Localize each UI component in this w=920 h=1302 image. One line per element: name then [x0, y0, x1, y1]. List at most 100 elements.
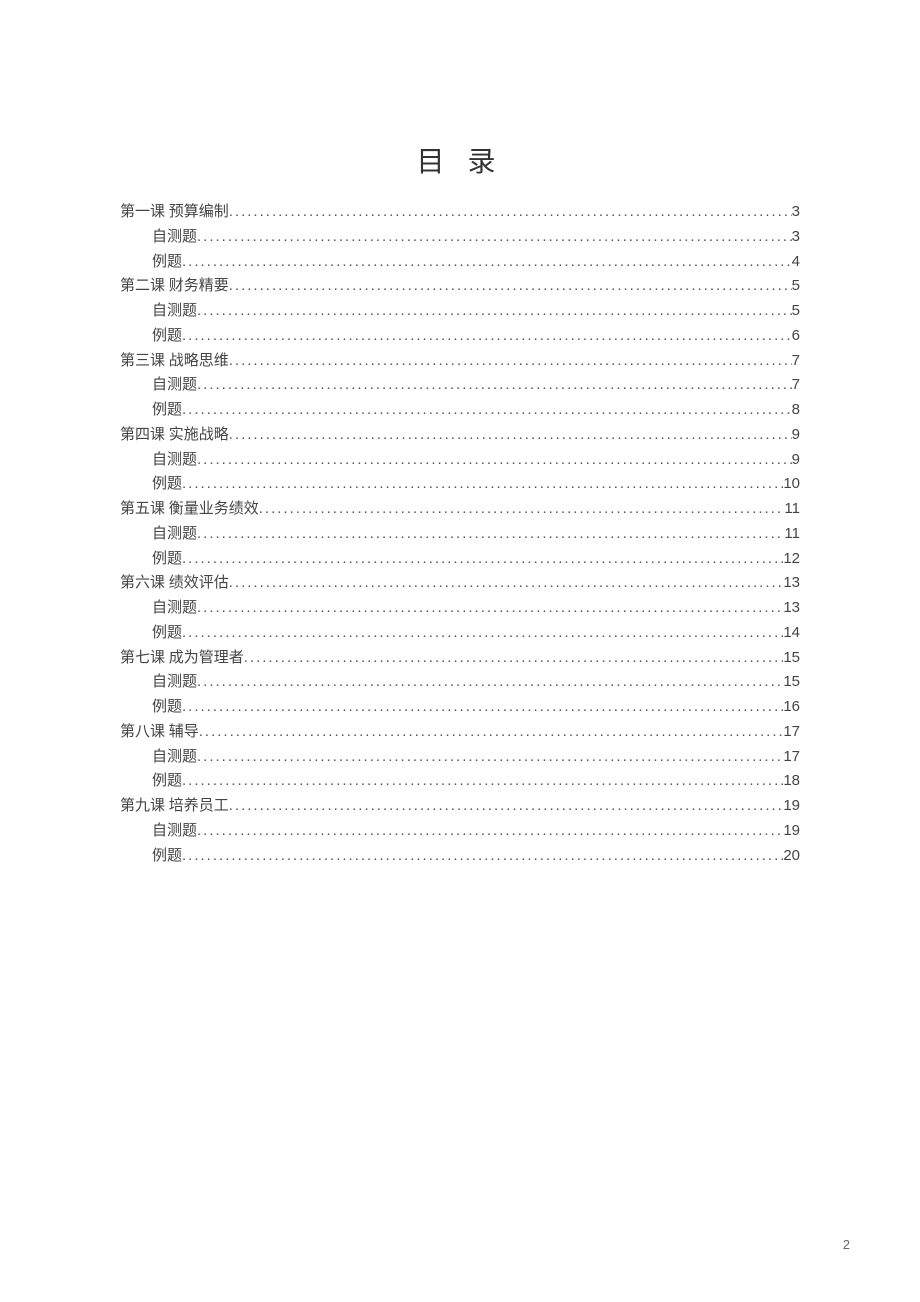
toc-dots — [199, 720, 784, 745]
toc-entry-page: 11 — [784, 497, 800, 522]
toc-entry-label: 例题 — [120, 250, 182, 275]
toc-dots — [182, 250, 792, 275]
toc-entry: 自测题 15 — [120, 670, 800, 695]
toc-entry-label: 第六课 绩效评估 — [120, 571, 229, 596]
toc-dots — [229, 349, 792, 374]
toc-dots — [244, 646, 784, 671]
toc-entry-page: 13 — [783, 596, 800, 621]
toc-entry-label: 自测题 — [120, 373, 197, 398]
toc-dots — [197, 745, 783, 770]
toc-dots — [182, 621, 783, 646]
toc-entry-page: 14 — [783, 621, 800, 646]
toc-entry-label: 自测题 — [120, 225, 197, 250]
toc-entry-page: 17 — [783, 720, 800, 745]
toc-entry: 例题10 — [120, 472, 800, 497]
toc-entry-label: 例题 — [120, 695, 182, 720]
toc-entry-label: 例题 — [120, 844, 182, 869]
toc-dots — [229, 794, 784, 819]
toc-entry-label: 例题 — [120, 769, 182, 794]
toc-entry-page: 9 — [792, 448, 800, 473]
toc-entry: 第二课 财务精要5 — [120, 274, 800, 299]
toc-entry-page: 11 — [784, 522, 800, 547]
toc-entry-label: 第七课 成为管理者 — [120, 646, 244, 671]
toc-entry-label: 自测题 — [120, 448, 197, 473]
toc-entry: 自测题 7 — [120, 373, 800, 398]
toc-entry-page: 19 — [783, 794, 800, 819]
toc-entry-page: 6 — [792, 324, 800, 349]
toc-entry: 自测题 19 — [120, 819, 800, 844]
toc-entry: 第六课 绩效评估 13 — [120, 571, 800, 596]
toc-entry-label: 第五课 衡量业务绩效 — [120, 497, 259, 522]
toc-entry-page: 3 — [792, 225, 800, 250]
toc-dots — [182, 769, 783, 794]
toc-entry-label: 例题 — [120, 398, 182, 423]
toc-entry: 第四课 实施战略9 — [120, 423, 800, 448]
toc-entry-label: 第四课 实施战略 — [120, 423, 229, 448]
toc-entry-page: 4 — [792, 250, 800, 275]
toc-entry: 自测题 3 — [120, 225, 800, 250]
toc-entry-page: 7 — [792, 373, 800, 398]
toc-entry: 第一课 预算编制 3 — [120, 200, 800, 225]
toc-title: 目 录 — [120, 140, 800, 180]
toc-entry-label: 第一课 预算编制 — [120, 200, 229, 225]
toc-entry-label: 自测题 — [120, 819, 197, 844]
toc-entry-label: 自测题 — [120, 522, 197, 547]
toc-entry: 例题 20 — [120, 844, 800, 869]
toc-entry-page: 5 — [792, 299, 800, 324]
toc-entry-page: 19 — [783, 819, 800, 844]
toc-entry: 第七课 成为管理者15 — [120, 646, 800, 671]
toc-entry-label: 例题 — [120, 324, 182, 349]
toc-entry-page: 20 — [783, 844, 800, 869]
toc-entry: 例题 14 — [120, 621, 800, 646]
toc-dots — [182, 472, 783, 497]
document-page: 目 录 第一课 预算编制3自测题3例题4第二课 财务精要5自测题5例题6第三课 … — [0, 0, 920, 928]
toc-entry: 第九课 培养员工19 — [120, 794, 800, 819]
toc-entry-page: 7 — [792, 349, 800, 374]
toc-dots — [197, 299, 792, 324]
toc-entry-label: 例题 — [120, 472, 182, 497]
toc-dots — [197, 373, 792, 398]
toc-entry: 第八课 辅导 17 — [120, 720, 800, 745]
toc-entry-page: 8 — [792, 398, 800, 423]
toc-dots — [197, 596, 783, 621]
toc-entry: 自测题 11 — [120, 522, 800, 547]
toc-entry: 第三课 战略思维 7 — [120, 349, 800, 374]
toc-entry-label: 自测题 — [120, 596, 197, 621]
toc-entry-page: 16 — [783, 695, 800, 720]
toc-dots — [182, 324, 792, 349]
toc-entry-label: 例题 — [120, 547, 182, 572]
toc-list: 第一课 预算编制3自测题3例题4第二课 财务精要5自测题5例题6第三课 战略思维… — [120, 200, 800, 868]
toc-entry: 自测题 9 — [120, 448, 800, 473]
toc-entry: 自测题 5 — [120, 299, 800, 324]
toc-dots — [197, 819, 783, 844]
toc-entry-page: 5 — [792, 274, 800, 299]
toc-entry-label: 第三课 战略思维 — [120, 349, 229, 374]
toc-dots — [229, 200, 792, 225]
toc-entry: 例题 4 — [120, 250, 800, 275]
toc-entry-page: 3 — [792, 200, 800, 225]
toc-dots — [182, 398, 792, 423]
toc-entry: 例题 16 — [120, 695, 800, 720]
toc-entry-label: 例题 — [120, 621, 182, 646]
toc-entry-page: 18 — [783, 769, 800, 794]
toc-dots — [229, 423, 792, 448]
toc-dots — [229, 571, 784, 596]
toc-entry-label: 自测题 — [120, 745, 197, 770]
toc-entry: 例题 18 — [120, 769, 800, 794]
toc-entry-label: 自测题 — [120, 299, 197, 324]
toc-dots — [197, 225, 792, 250]
toc-entry-page: 12 — [783, 547, 800, 572]
toc-dots — [229, 274, 792, 299]
toc-entry-label: 自测题 — [120, 670, 197, 695]
toc-entry: 例题 12 — [120, 547, 800, 572]
toc-dots — [197, 448, 792, 473]
toc-entry: 自测题17 — [120, 745, 800, 770]
toc-dots — [182, 695, 783, 720]
toc-entry: 例题 6 — [120, 324, 800, 349]
toc-entry-label: 第八课 辅导 — [120, 720, 199, 745]
page-number: 2 — [843, 1237, 850, 1252]
toc-entry-page: 15 — [783, 670, 800, 695]
toc-dots — [197, 670, 783, 695]
toc-entry-page: 13 — [783, 571, 800, 596]
toc-dots — [182, 547, 783, 572]
